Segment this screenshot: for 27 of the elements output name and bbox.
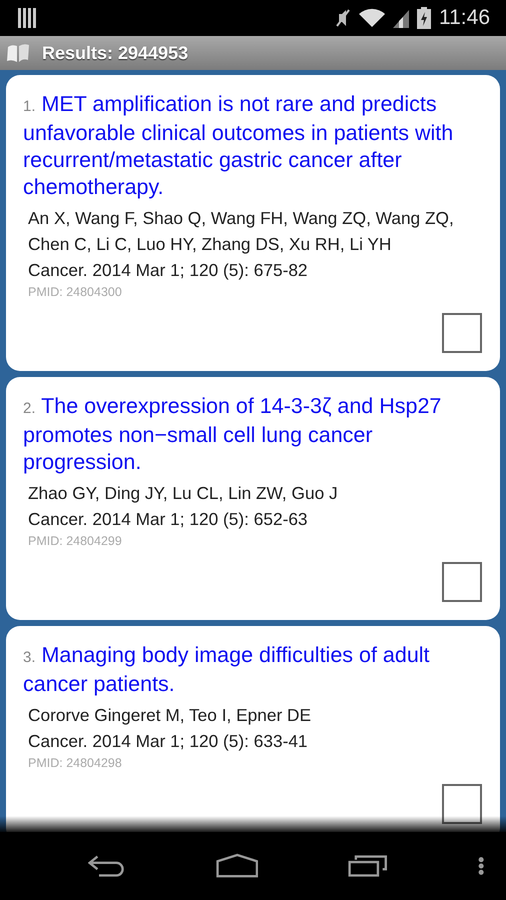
pmid: PMID: 24804299 (27, 534, 123, 548)
mute-icon (335, 8, 351, 28)
pmid: PMID: 24804300 (27, 285, 123, 299)
result-card[interactable]: 3. Managing body image difficulties of adult cancer patients. Cororve Gingeret M, Teo I, Epner DE Cancer. 2014 Mar 1; 120 (5): 633-41 PMID: 24804298 (6, 626, 500, 832)
citation: Cancer. 2014 Mar 1; 120 (5): 675-82 (27, 259, 309, 282)
citation: Cancer. 2014 Mar 1; 120 (5): 652-63 (27, 508, 309, 531)
authors: Cororve Gingeret M, Teo I, Epner DE (27, 704, 312, 727)
checkbox[interactable] (442, 313, 482, 353)
result-card[interactable]: 2. The overexpression of 14-3-3ζ and Hsp27 promotes non−small cell lung cancer progression. Zhao GY, Ding JY, Lu CL, Lin ZW, Guo J Cancer. 2014 Mar 1; 120 (5): 652-63 PMID: 24804299 (6, 377, 500, 620)
pmid: PMID: 24804298 (27, 756, 123, 770)
result-card[interactable] (6, 75, 500, 371)
article-title[interactable]: 3. Managing body image difficulties of adult cancer patients. (23, 642, 482, 698)
menu-icon[interactable] (478, 854, 484, 878)
results-title: Results: 2944953 (42, 42, 188, 64)
battery-icon (417, 7, 431, 29)
citation: Cancer. 2014 Mar 1; 120 (5): 633-41 (27, 730, 309, 753)
article-title[interactable]: 1. MET amplification is not rare and predicts unfavorable clinical outcomes in patients with recurrent/metastatic gastric cancer after chemotherapy. (23, 91, 482, 201)
clock: 11:46 (439, 6, 490, 30)
notification-icon (18, 8, 36, 28)
authors: An X, Wang F, Shao Q, Wang FH, Wang ZQ, Wang ZQ, Chen C, Li C, Luo HY, Zhang DS, Xu RH, Li YH (27, 207, 455, 256)
signal-icon (393, 8, 409, 28)
book-icon (6, 43, 30, 63)
checkbox[interactable] (442, 562, 482, 602)
wifi-icon (359, 8, 385, 28)
checkbox[interactable] (442, 784, 482, 824)
article-title[interactable]: 2. The overexpression of 14-3-3ζ and Hsp27 promotes non−small cell lung cancer progression. (23, 393, 482, 476)
authors: Zhao GY, Ding JY, Lu CL, Lin ZW, Guo J (27, 482, 339, 505)
